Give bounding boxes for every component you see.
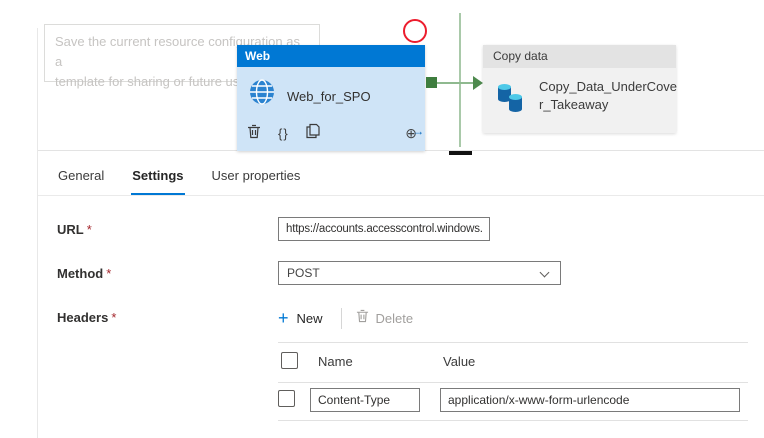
delete-activity-icon[interactable] [247, 123, 261, 144]
connector-output-port[interactable] [426, 77, 437, 88]
method-selected-value: POST [287, 266, 320, 280]
connector-vertical-line [459, 13, 461, 147]
copy-data-activity-node[interactable]: Copy data Copy_Data_UnderCove r_Takeaway [483, 45, 678, 133]
new-header-button[interactable]: + New [278, 309, 323, 327]
toolbar-separator [340, 307, 342, 329]
table-bottom-border [278, 420, 748, 421]
column-header-value: Value [443, 354, 476, 369]
url-label: URL * [57, 222, 92, 237]
config-tabbar: General Settings User properties [38, 158, 764, 196]
headers-label: Headers * [57, 310, 117, 325]
header-name-input[interactable] [310, 388, 420, 412]
clone-activity-icon[interactable] [306, 123, 320, 144]
chevron-down-icon [539, 267, 550, 278]
tab-settings[interactable]: Settings [131, 158, 185, 195]
connector-line [437, 82, 475, 84]
copy-activity-name: Copy_Data_UnderCove r_Takeaway [539, 79, 678, 112]
row-checkbox[interactable] [278, 390, 295, 407]
tab-user-properties[interactable]: User properties [211, 158, 302, 195]
select-all-checkbox[interactable] [281, 352, 298, 369]
headers-toolbar: + New Delete [278, 305, 413, 331]
code-view-icon[interactable]: {} [278, 126, 289, 141]
web-activity-node[interactable]: Web Web_for_SPO {} ⊕ → [237, 45, 425, 151]
column-header-name: Name [318, 354, 353, 369]
required-asterisk: * [111, 310, 117, 325]
panel-resize-handle[interactable] [449, 151, 472, 155]
method-label: Method * [57, 266, 112, 281]
header-value-input[interactable] [440, 388, 740, 412]
table-header-divider [278, 382, 748, 383]
add-output-icon[interactable]: ⊕ → [405, 124, 424, 142]
web-activity-name: Web_for_SPO [287, 89, 371, 104]
copy-data-icon [495, 80, 529, 121]
canvas-left-border [37, 28, 38, 438]
method-select[interactable]: POST [278, 261, 561, 285]
error-indicator-circle [403, 19, 427, 43]
web-globe-icon [249, 79, 275, 110]
tab-general[interactable]: General [57, 158, 105, 195]
url-input[interactable] [278, 217, 490, 241]
required-asterisk: * [106, 266, 112, 281]
connector-arrowhead [473, 76, 483, 90]
trash-icon [356, 308, 369, 328]
copy-activity-type-label: Copy data [483, 45, 676, 68]
plus-icon: + [278, 308, 289, 328]
table-top-border [278, 342, 748, 343]
web-activity-type-label: Web [237, 45, 425, 67]
delete-header-button[interactable]: Delete [356, 308, 413, 328]
required-asterisk: * [86, 222, 92, 237]
